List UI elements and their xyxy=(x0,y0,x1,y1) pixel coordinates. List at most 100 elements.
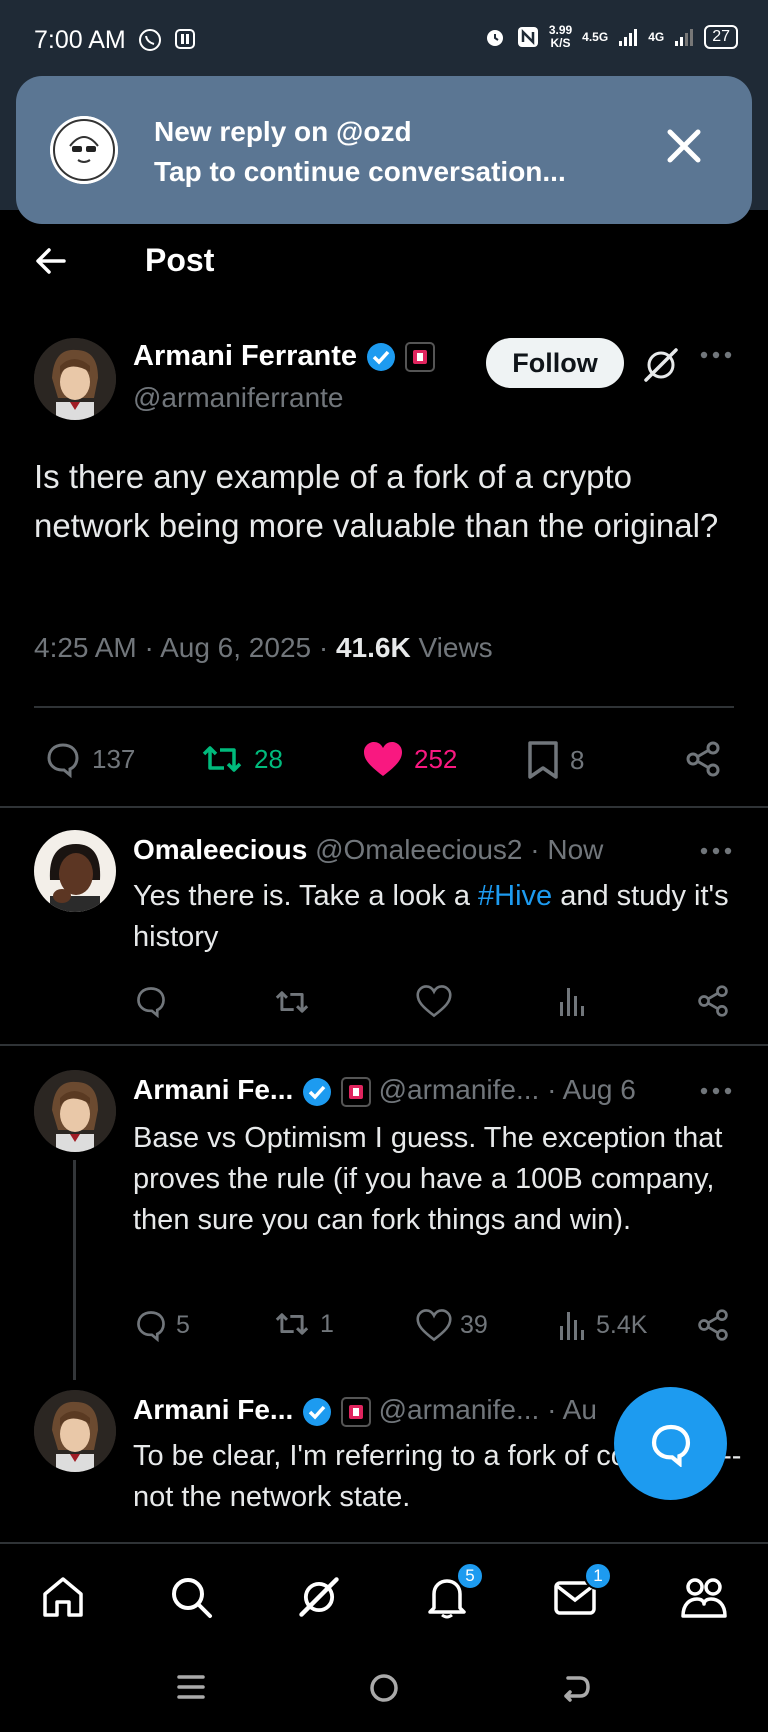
reply-header: Omaleecious @Omaleecious2 · Now xyxy=(133,834,603,866)
share-icon[interactable] xyxy=(696,1308,730,1342)
messages-badge: 1 xyxy=(584,1562,612,1590)
share-icon[interactable] xyxy=(684,740,722,778)
more-options-icon[interactable] xyxy=(700,350,732,360)
follow-button[interactable]: Follow xyxy=(486,338,624,388)
reply-author-handle: @armanife... xyxy=(378,1074,540,1105)
communities-icon[interactable] xyxy=(680,1574,728,1620)
nfc-icon xyxy=(517,27,538,47)
repost-count: 28 xyxy=(254,743,283,774)
notifications-badge: 5 xyxy=(456,1562,484,1590)
reply-icon[interactable] xyxy=(134,984,168,1018)
net-type-2: 4G xyxy=(648,29,665,44)
reply-text: Base vs Optimism I guess. The exception … xyxy=(133,1122,723,1236)
views-button[interactable]: 5.4K xyxy=(558,1308,647,1342)
net-type-1: 4.5G xyxy=(582,29,609,44)
alarm-icon xyxy=(486,30,503,46)
author-name[interactable]: Armani Ferrante xyxy=(133,340,357,372)
status-bar: 7:00 AM 3.99 K/S 4.5G 4G 27 xyxy=(0,0,768,84)
bottom-nav: 5 1 xyxy=(0,1542,768,1642)
post-text: Is there any example of a fork of a cryp… xyxy=(34,458,719,544)
more-options-icon[interactable] xyxy=(700,1086,732,1096)
signal-icon xyxy=(619,29,638,46)
more-options-icon[interactable] xyxy=(700,846,732,856)
home-icon[interactable] xyxy=(40,1574,86,1620)
notification-title: New reply on @ozd xyxy=(154,116,412,147)
reply-header: Armani Fe... @armanife... · Au xyxy=(133,1394,597,1428)
messages-tab[interactable]: 1 xyxy=(552,1562,612,1620)
battery-level: 27 xyxy=(712,28,730,45)
reply-avatar[interactable] xyxy=(34,830,116,912)
recent-apps-icon[interactable] xyxy=(176,1672,206,1702)
views-label: Views xyxy=(410,632,493,663)
reply-button[interactable]: 5 xyxy=(134,1308,190,1342)
post-timestamp: 4:25 AM · Aug 6, 2025 · xyxy=(34,632,336,663)
reply-author-handle: @armanife... xyxy=(378,1394,540,1425)
reply-timestamp: · Now xyxy=(522,834,604,865)
reply-icon xyxy=(47,743,79,778)
heart-icon xyxy=(416,1309,452,1342)
reply-notification-banner[interactable]: New reply on @ozd Tap to continue conver… xyxy=(16,76,752,224)
affiliate-badge-icon xyxy=(340,1396,371,1427)
close-icon[interactable] xyxy=(660,122,708,170)
divider xyxy=(0,806,768,808)
battery-indicator: 27 xyxy=(704,25,738,49)
reply-button[interactable]: 137 xyxy=(44,740,135,778)
affiliate-badge-icon xyxy=(340,1076,371,1107)
hashtag-link[interactable]: #Hive xyxy=(478,880,552,912)
views-count: 41.6K xyxy=(335,632,411,663)
reply-author-name[interactable]: Armani Fe... xyxy=(133,1074,293,1105)
reply-header: Armani Fe... @armanife... · Aug 6 xyxy=(133,1074,636,1108)
notification-avatar xyxy=(50,116,118,184)
repost-button[interactable]: 28 xyxy=(200,740,283,778)
share-icon[interactable] xyxy=(696,984,730,1018)
views-icon xyxy=(560,1312,584,1340)
reply-author-name[interactable]: Omaleecious xyxy=(133,834,307,865)
reply-text: Yes there is. Take a look a #Hive and st… xyxy=(133,876,733,958)
signal-icon-2 xyxy=(675,29,694,46)
grok-icon[interactable] xyxy=(296,1574,342,1620)
compose-reply-button[interactable] xyxy=(614,1387,727,1500)
app-notification-icon xyxy=(175,29,195,49)
reply-avatar[interactable] xyxy=(34,1390,116,1472)
divider xyxy=(34,706,734,708)
bookmark-button[interactable]: 8 xyxy=(526,740,584,780)
repost-icon xyxy=(202,746,242,772)
author-avatar[interactable] xyxy=(34,338,116,420)
repost-icon xyxy=(275,1313,309,1335)
repost-icon[interactable] xyxy=(272,986,312,1018)
compose-reply-icon xyxy=(651,1424,690,1467)
divider xyxy=(0,1044,768,1046)
verified-badge-icon xyxy=(303,1397,332,1426)
bookmark-icon xyxy=(528,741,558,779)
back-arrow-icon[interactable] xyxy=(34,244,68,278)
search-icon[interactable] xyxy=(168,1574,214,1620)
reply-icon xyxy=(137,1311,165,1342)
affiliate-badge-icon xyxy=(405,342,436,373)
views-count: 5.4K xyxy=(596,1310,648,1339)
reply-avatar[interactable] xyxy=(34,1070,116,1152)
post-header: Post xyxy=(0,230,768,290)
notification-subtitle: Tap to continue conversation... xyxy=(154,156,566,187)
reply-author-handle: @Omaleecious2 xyxy=(315,834,523,865)
reply-timestamp: · Au xyxy=(539,1394,597,1425)
home-circle-icon[interactable] xyxy=(368,1672,400,1704)
verified-badge-icon xyxy=(303,1077,332,1106)
reply-author-name[interactable]: Armani Fe... xyxy=(133,1394,293,1425)
repost-button[interactable]: 1 xyxy=(272,1308,334,1340)
notifications-tab[interactable]: 5 xyxy=(424,1562,484,1620)
net-speed-unit: K/S xyxy=(550,36,571,50)
system-nav-bar xyxy=(0,1642,768,1732)
grok-icon[interactable] xyxy=(640,344,682,386)
author-handle: @armaniferrante xyxy=(133,382,344,413)
like-button[interactable]: 252 xyxy=(362,740,457,778)
back-system-icon[interactable] xyxy=(560,1672,592,1704)
post-meta: 4:25 AM · Aug 6, 2025 · 41.6K Views xyxy=(34,632,493,664)
status-time: 7:00 AM xyxy=(34,26,126,54)
whatsapp-icon xyxy=(139,29,161,51)
views-icon[interactable] xyxy=(558,984,588,1018)
bookmark-count: 8 xyxy=(570,744,585,775)
page-title: Post xyxy=(145,242,215,278)
like-button[interactable]: 39 xyxy=(416,1308,488,1342)
heart-icon[interactable] xyxy=(416,984,452,1018)
thread-connector-line xyxy=(73,1160,76,1380)
